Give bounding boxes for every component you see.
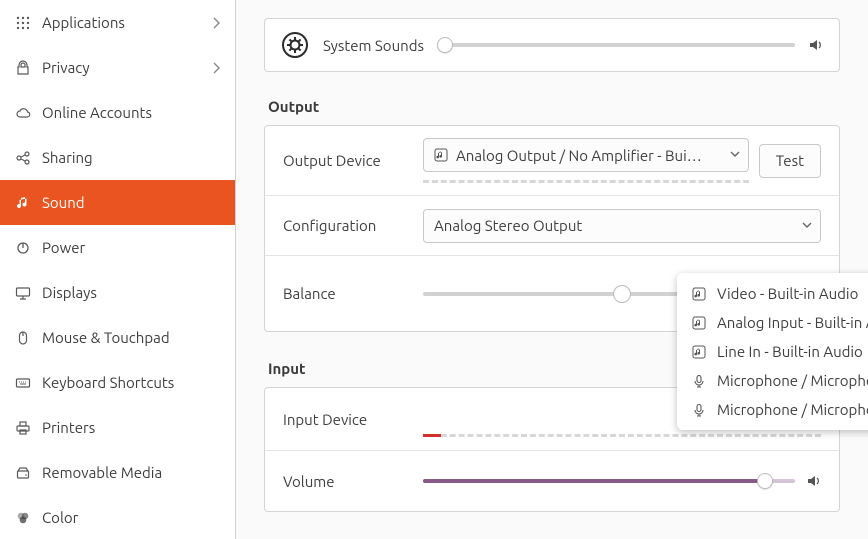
output-device-combo[interactable]: Analog Output / No Amplifier - Bui… — [423, 138, 749, 172]
system-sounds-icon — [281, 31, 309, 59]
display-icon — [14, 284, 32, 302]
chevron-down-icon — [802, 222, 812, 230]
sidebar-item-keyboard[interactable]: Keyboard Shortcuts — [0, 360, 235, 405]
chevron-down-icon — [730, 151, 740, 159]
sidebar-item-label: Removable Media — [42, 464, 221, 481]
sidebar-item-label: Mouse & Touchpad — [42, 329, 221, 346]
lock-icon — [14, 59, 32, 77]
sidebar-item-removable[interactable]: Removable Media — [0, 450, 235, 495]
sidebar-item-label: Keyboard Shortcuts — [42, 374, 221, 391]
config-label: Configuration — [283, 217, 411, 234]
output-device-label: Output Device — [283, 152, 411, 169]
dropdown-option-label: Analog Input - Built-in Audio — [717, 314, 868, 331]
sidebar-item-printers[interactable]: Printers — [0, 405, 235, 450]
test-button[interactable]: Test — [759, 144, 821, 178]
sidebar-item-label: Privacy — [42, 59, 211, 76]
sidebar-item-color[interactable]: Color — [0, 495, 235, 539]
sidebar-item-label: Sound — [42, 194, 221, 211]
dropdown-option-video[interactable]: Video - Built-in Audio — [677, 279, 868, 308]
mouse-icon — [14, 329, 32, 347]
chevron-right-icon — [211, 17, 221, 29]
sidebar-item-applications[interactable]: Applications — [0, 0, 235, 45]
disk-icon — [14, 464, 32, 482]
sidebar-item-online-accounts[interactable]: Online Accounts — [0, 90, 235, 135]
chevron-right-icon — [211, 62, 221, 74]
input-device-label: Input Device — [283, 411, 411, 428]
dropdown-option-label: Microphone / Microphone 2 - Built-in Aud… — [717, 372, 868, 389]
grid-icon — [14, 14, 32, 32]
microphone-icon — [691, 402, 707, 418]
system-sounds-slider[interactable] — [438, 37, 823, 53]
input-device-dropdown: Video - Built-in Audio Analog Input - Bu… — [677, 273, 868, 430]
dropdown-option-mic1[interactable]: Microphone / Microphone 1 - Built-in Aud… — [677, 395, 868, 424]
audio-icon — [691, 286, 707, 302]
cloud-icon — [14, 104, 32, 122]
volume-icon — [807, 37, 823, 53]
input-volume-label: Volume — [283, 473, 411, 490]
system-sounds-panel: System Sounds — [264, 18, 840, 72]
sidebar-item-displays[interactable]: Displays — [0, 270, 235, 315]
balance-label: Balance — [283, 285, 411, 302]
dropdown-option-mic2[interactable]: Microphone / Microphone 2 - Built-in Aud… — [677, 366, 868, 395]
sidebar-item-label: Power — [42, 239, 221, 256]
settings-window: Applications Privacy Online Accounts Sha… — [0, 0, 868, 539]
input-volume-slider[interactable] — [423, 473, 821, 489]
sidebar-item-label: Displays — [42, 284, 221, 301]
dropdown-option-label: Line In - Built-in Audio — [717, 343, 863, 360]
sidebar: Applications Privacy Online Accounts Sha… — [0, 0, 236, 539]
sidebar-item-sharing[interactable]: Sharing — [0, 135, 235, 180]
sidebar-item-label: Online Accounts — [42, 104, 221, 121]
input-level-meter — [423, 434, 821, 438]
output-device-row: Output Device Analog Output / No Amplifi… — [265, 126, 839, 196]
dropdown-option-line-in[interactable]: Line In - Built-in Audio — [677, 337, 868, 366]
sidebar-item-label: Applications — [42, 14, 211, 31]
output-level-meter — [423, 180, 749, 183]
microphone-icon — [691, 373, 707, 389]
color-icon — [14, 509, 32, 527]
volume-icon — [805, 473, 821, 489]
input-volume-row: Volume — [265, 451, 839, 511]
audio-icon — [691, 315, 707, 331]
sidebar-item-label: Sharing — [42, 149, 221, 166]
share-icon — [14, 149, 32, 167]
printer-icon — [14, 419, 32, 437]
configuration-row: Configuration Analog Stereo Output — [265, 196, 839, 256]
audio-icon — [434, 148, 448, 162]
config-selected: Analog Stereo Output — [434, 217, 794, 234]
output-section-title: Output — [268, 98, 840, 115]
sidebar-item-privacy[interactable]: Privacy — [0, 45, 235, 90]
output-device-selected: Analog Output / No Amplifier - Bui… — [456, 147, 722, 164]
sidebar-item-mouse[interactable]: Mouse & Touchpad — [0, 315, 235, 360]
dropdown-option-analog-input[interactable]: Analog Input - Built-in Audio — [677, 308, 868, 337]
sidebar-item-label: Color — [42, 509, 221, 526]
music-icon — [14, 194, 32, 212]
sidebar-item-sound[interactable]: Sound — [0, 180, 235, 225]
config-combo[interactable]: Analog Stereo Output — [423, 209, 821, 243]
power-icon — [14, 239, 32, 257]
main-pane: System Sounds Output Output Device Analo… — [236, 0, 868, 539]
dropdown-option-label: Microphone / Microphone 1 - Built-in Aud… — [717, 401, 868, 418]
sidebar-item-power[interactable]: Power — [0, 225, 235, 270]
keyboard-icon — [14, 374, 32, 392]
dropdown-option-label: Video - Built-in Audio — [717, 285, 858, 302]
sidebar-item-label: Printers — [42, 419, 221, 436]
audio-icon — [691, 344, 707, 360]
system-sounds-label: System Sounds — [323, 37, 424, 54]
